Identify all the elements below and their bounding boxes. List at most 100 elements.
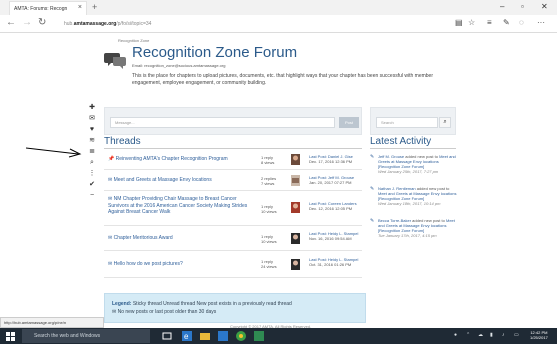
taskbar-clock[interactable]: 12:42 PM 1/25/2017: [530, 330, 548, 340]
minus-icon[interactable]: −: [86, 190, 98, 201]
envelope-icon[interactable]: ✉: [86, 113, 98, 124]
thread-row: ✉ NM Chapter Providing Chair Massage to …: [104, 192, 362, 226]
add-icon[interactable]: ✚: [86, 102, 98, 113]
thread-row: ✉ Meet and Greets at Massage Envy locati…: [104, 171, 362, 191]
activity-text[interactable]: Jeff M. Grouse added new post to Meet an…: [378, 154, 458, 174]
annotation-arrow-icon: [26, 147, 82, 158]
threads-heading: Threads: [104, 136, 141, 147]
minimize-icon[interactable]: –: [500, 2, 504, 11]
latest-activity-heading: Latest Activity: [370, 136, 432, 147]
side-toolbar: ✚ ✉ ♥ ≋ ≣ ⌕ ⋮ ✔ −: [86, 102, 98, 201]
threads-divider: [104, 148, 362, 149]
search-button-icon[interactable]: ⌕: [439, 117, 451, 128]
breadcrumb[interactable]: Recognition Zone: [118, 38, 149, 43]
browser-titlebar: AMTA: Forums: Recogn × + – ▫ ✕: [0, 0, 557, 15]
thread-stats: 1 reply 10 views: [261, 234, 277, 244]
comment-icon: ✎: [370, 218, 375, 224]
more-icon[interactable]: ···: [537, 18, 545, 27]
web-note-icon[interactable]: ✎: [503, 18, 510, 27]
activity-item: ✎ Jeff M. Grouse added new post to Meet …: [370, 154, 458, 184]
search-icon[interactable]: ⌕: [86, 157, 98, 168]
thread-last-post: Last Post: Daniel J. Gise Dec. 17, 2016 1…: [309, 154, 353, 164]
share-icon[interactable]: ◌: [519, 18, 524, 27]
app-icon[interactable]: [254, 331, 264, 341]
avatar[interactable]: [291, 202, 300, 213]
avatar[interactable]: [291, 175, 300, 186]
chrome-icon[interactable]: [236, 331, 246, 341]
task-view-icon[interactable]: [162, 331, 172, 341]
network-icon[interactable]: ▮: [490, 332, 493, 338]
taskbar-search[interactable]: Search the web and Windows: [22, 329, 150, 343]
message-input[interactable]: Message...: [110, 117, 335, 128]
back-icon[interactable]: ←: [6, 17, 16, 28]
edge-icon[interactable]: e: [182, 331, 192, 341]
activity-text[interactable]: Nathan J. Rentleman added new post to Me…: [378, 186, 458, 206]
avatar[interactable]: [291, 154, 300, 165]
thread-title[interactable]: ✉ Chapter Meritorious Award: [108, 235, 253, 242]
window-close-icon[interactable]: ✕: [541, 2, 548, 11]
activity-item: ✎ Becca Torre-Baker added new post to Me…: [370, 218, 458, 248]
activity-text[interactable]: Becca Torre-Baker added new post to Meet…: [378, 218, 458, 238]
url-field[interactable]: hub.amtamassage.org/p/fo/si/topic=34: [64, 21, 151, 27]
forum-description: This is the place for chapters to upload…: [132, 73, 433, 86]
maximize-icon[interactable]: ▫: [521, 2, 524, 11]
people-icon[interactable]: ●: [454, 332, 457, 338]
latest-divider: [370, 148, 456, 149]
windows-start-icon[interactable]: [6, 332, 15, 341]
store-icon[interactable]: [218, 331, 228, 341]
thread-title[interactable]: ✉ NM Chapter Providing Chair Massage to …: [108, 196, 253, 216]
forum-chat-icon: [104, 53, 126, 69]
search-box: Search ⌕: [370, 107, 456, 135]
message-composer: Message... Post: [104, 107, 362, 135]
legend-line: Legend: Sticky thread Unread thread New …: [112, 301, 292, 307]
filter-icon[interactable]: ⋮: [86, 168, 98, 179]
post-button[interactable]: Post: [339, 117, 359, 128]
refresh-icon[interactable]: ↻: [38, 17, 46, 28]
onedrive-icon[interactable]: ☁: [478, 332, 483, 338]
thread-last-post: Last Post: Heidy L. Stampel Oct. 31, 2016…: [309, 257, 359, 267]
avatar[interactable]: [291, 259, 300, 270]
windows-taskbar: Search the web and Windows e ● ⌃ ☁ ▮ ♪ ▭…: [0, 328, 557, 344]
list-icon[interactable]: ≣: [86, 146, 98, 157]
thread-stats: 1 reply 24 views: [261, 259, 277, 269]
hub-icon[interactable]: ≡: [487, 18, 492, 27]
file-explorer-icon[interactable]: [200, 331, 210, 341]
favorite-star-icon[interactable]: ☆: [468, 18, 475, 27]
volume-icon[interactable]: ♪: [502, 332, 505, 338]
legend-line-2: ✉ No new posts or last post older than 3…: [112, 309, 217, 315]
thread-last-post: Last Post: Coreen Landers Dec. 12, 2016 1…: [309, 201, 357, 211]
rss-icon[interactable]: ≋: [86, 135, 98, 146]
address-bar: ← → ↻ hub.amtamassage.org/p/fo/si/topic=…: [0, 15, 557, 33]
thread-row: ✉ Hello how do we post pictures? 1 reply…: [104, 252, 362, 278]
thread-title[interactable]: ✉ Meet and Greets at Massage Envy locati…: [108, 177, 253, 184]
thread-last-post: Last Post: Heidy L. Stampel Nov. 16, 2016…: [309, 231, 359, 241]
comment-icon: ✎: [370, 154, 375, 160]
avatar[interactable]: [291, 233, 300, 244]
forum-page: Recognition Zone Recognition Zone Forum …: [0, 34, 557, 329]
check-icon[interactable]: ✔: [86, 179, 98, 190]
thread-stats: 2 replies 7 views: [261, 176, 277, 186]
forum-email[interactable]: Email: recognition_zone@socious.amtamass…: [132, 63, 225, 68]
svg-text:e: e: [184, 332, 189, 341]
legend-box: Legend: Sticky thread Unread thread New …: [104, 293, 366, 323]
thread-row: 📌 Reinventing AMTA's Chapter Recognition…: [104, 150, 362, 170]
status-url: http://hub.amtamassage.org/p/ne/n: [0, 317, 104, 328]
thread-row: ✉ Chapter Meritorious Award 1 reply 10 vi…: [104, 227, 362, 251]
tab-close-icon[interactable]: ×: [78, 4, 82, 11]
comment-icon: ✎: [370, 186, 375, 192]
thread-stats: 1 reply 10 views: [261, 204, 277, 214]
chevron-up-icon[interactable]: ⌃: [466, 332, 470, 338]
forward-icon[interactable]: →: [22, 17, 32, 28]
browser-tab[interactable]: AMTA: Forums: Recogn ×: [9, 1, 87, 15]
new-tab-button[interactable]: +: [92, 2, 97, 12]
notification-icon[interactable]: ▭: [514, 332, 519, 338]
reading-view-icon[interactable]: ▤: [455, 18, 463, 27]
tab-title: AMTA: Forums: Recogn: [14, 6, 68, 12]
search-input[interactable]: Search: [376, 117, 438, 128]
heart-icon[interactable]: ♥: [86, 124, 98, 135]
activity-item: ✎ Nathan J. Rentleman added new post to …: [370, 186, 458, 216]
thread-title[interactable]: ✉ Hello how do we post pictures?: [108, 261, 253, 268]
page-title: Recognition Zone Forum: [132, 44, 298, 61]
thread-title[interactable]: 📌 Reinventing AMTA's Chapter Recognition…: [108, 156, 253, 163]
thread-stats: 1 reply 8 views: [261, 155, 275, 165]
